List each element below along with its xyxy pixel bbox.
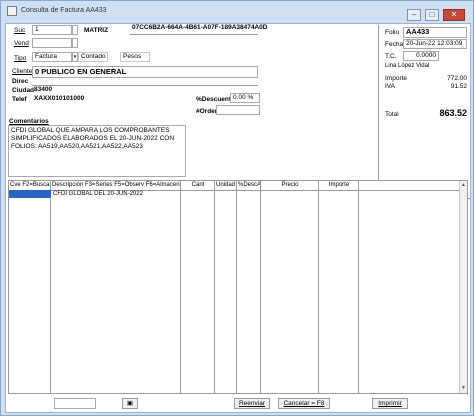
imprimir-button[interactable]: Imprimir bbox=[372, 398, 408, 409]
window-title: Consulta de Factura AA433 bbox=[21, 7, 107, 14]
folio-input[interactable]: AA433 bbox=[403, 27, 467, 38]
invoice-window: Consulta de Factura AA433 – □ ✕ Suc 1 MA… bbox=[0, 0, 474, 416]
ciudad-label: Ciudad bbox=[12, 87, 35, 94]
uuid-text: 07CC6B2A-664A-4B61-A07F-189A38474A0D bbox=[132, 24, 268, 31]
uuid-underline bbox=[130, 34, 258, 35]
suc-input[interactable]: 1 bbox=[32, 25, 72, 35]
tipo-select[interactable]: Factura bbox=[32, 52, 72, 62]
folio-label: Folio bbox=[385, 29, 400, 36]
telef-label: Telef bbox=[12, 96, 27, 103]
cliente-label: Cliente bbox=[12, 68, 33, 75]
col-header-importe[interactable]: Importe bbox=[319, 181, 359, 190]
col-header-filler bbox=[359, 181, 459, 190]
form-area: Suc 1 MATRIZ 07CC6B2A-664A-4B61-A07F-189… bbox=[5, 23, 471, 413]
comments-textarea[interactable]: CFDI GLOBAL QUE AMPARA LOS COMPROBANTES … bbox=[8, 125, 186, 177]
footer-input[interactable] bbox=[54, 398, 96, 409]
summary-panel: Folio AA433 Fecha 20-Jun-22 12:03:09 T.C… bbox=[378, 25, 470, 199]
scroll-down-icon[interactable]: ▼ bbox=[460, 385, 467, 392]
total-value: 863.52 bbox=[439, 108, 467, 118]
iva-label: IVA bbox=[385, 83, 395, 90]
direc-underline bbox=[32, 85, 258, 86]
col-header-desca[interactable]: %DescA bbox=[237, 181, 261, 190]
vend-lookup-button[interactable] bbox=[72, 38, 78, 48]
footer-bar: ▣ Reenviar Cancelar = F8 Imprimir bbox=[6, 396, 470, 412]
col-unidad bbox=[215, 190, 237, 393]
minimize-icon[interactable]: – bbox=[407, 9, 421, 21]
suc-label: Suc bbox=[14, 27, 26, 34]
total-label: Total bbox=[385, 111, 399, 118]
tipo-label: Tipo bbox=[14, 55, 27, 62]
cliente-input[interactable]: 0 PUBLICO EN GENERAL bbox=[32, 66, 258, 78]
reenviar-button[interactable]: Reenviar bbox=[234, 398, 270, 409]
tc-label: T.C. bbox=[385, 53, 397, 60]
descuent-label: %Descuent bbox=[196, 96, 232, 103]
selected-cell[interactable] bbox=[9, 190, 51, 198]
iva-value: 91.52 bbox=[450, 83, 467, 90]
col-header-precio[interactable]: Precio bbox=[261, 181, 319, 190]
picture-icon[interactable]: ▣ bbox=[122, 398, 138, 409]
direc-label: Direc bbox=[12, 78, 29, 85]
scroll-up-icon[interactable]: ▲ bbox=[460, 182, 467, 189]
ciudad-value: 83400 bbox=[34, 86, 53, 93]
comments-label: Comentarios bbox=[9, 118, 49, 125]
col-cve bbox=[9, 190, 51, 393]
suc-name: MATRIZ bbox=[84, 27, 109, 34]
vertical-scrollbar[interactable]: ▲ ▼ bbox=[459, 181, 467, 393]
col-header-cant[interactable]: Cant bbox=[181, 181, 215, 190]
col-descripcion bbox=[51, 190, 181, 393]
tc-input[interactable]: 0.0000 bbox=[403, 51, 439, 61]
app-icon bbox=[7, 6, 17, 16]
title-bar: Consulta de Factura AA433 – □ ✕ bbox=[1, 1, 473, 23]
fecha-label: Fecha bbox=[385, 41, 404, 48]
col-importe bbox=[319, 190, 359, 393]
table-row[interactable]: CFDI GLOBAL DEL 20-JUN-2022 bbox=[51, 190, 143, 198]
contado-field: Contado bbox=[78, 52, 108, 62]
suc-lookup-button[interactable] bbox=[72, 25, 78, 35]
user-name: Lina López Vidal bbox=[385, 63, 430, 69]
col-cant bbox=[181, 190, 215, 393]
descuent-input[interactable]: 0.00 % bbox=[230, 93, 260, 103]
vend-label: Vend bbox=[14, 40, 29, 47]
col-precio bbox=[261, 190, 319, 393]
col-header-unidad[interactable]: Unidad bbox=[215, 181, 237, 190]
importe-value: 772.00 bbox=[447, 75, 467, 82]
cancelar-button[interactable]: Cancelar = F8 bbox=[278, 398, 330, 409]
importe-label: Importe bbox=[385, 75, 408, 82]
col-header-descripcion[interactable]: Descripción F3=Series F5=Observ F6=Almac… bbox=[51, 181, 181, 190]
items-table: Cve F2=Busca Descripción F3=Series F5=Ob… bbox=[8, 180, 468, 394]
vend-input[interactable] bbox=[32, 38, 72, 48]
col-desca bbox=[237, 190, 261, 393]
fecha-input[interactable]: 20-Jun-22 12:03:09 bbox=[403, 39, 467, 49]
pesos-field: Pesos bbox=[120, 52, 150, 62]
orden-input[interactable] bbox=[216, 105, 260, 115]
close-icon[interactable]: ✕ bbox=[443, 9, 465, 21]
maximize-icon[interactable]: □ bbox=[425, 9, 439, 21]
col-header-cve[interactable]: Cve F2=Busca bbox=[9, 181, 51, 190]
telef-value: XAXX010101000 bbox=[34, 95, 85, 102]
